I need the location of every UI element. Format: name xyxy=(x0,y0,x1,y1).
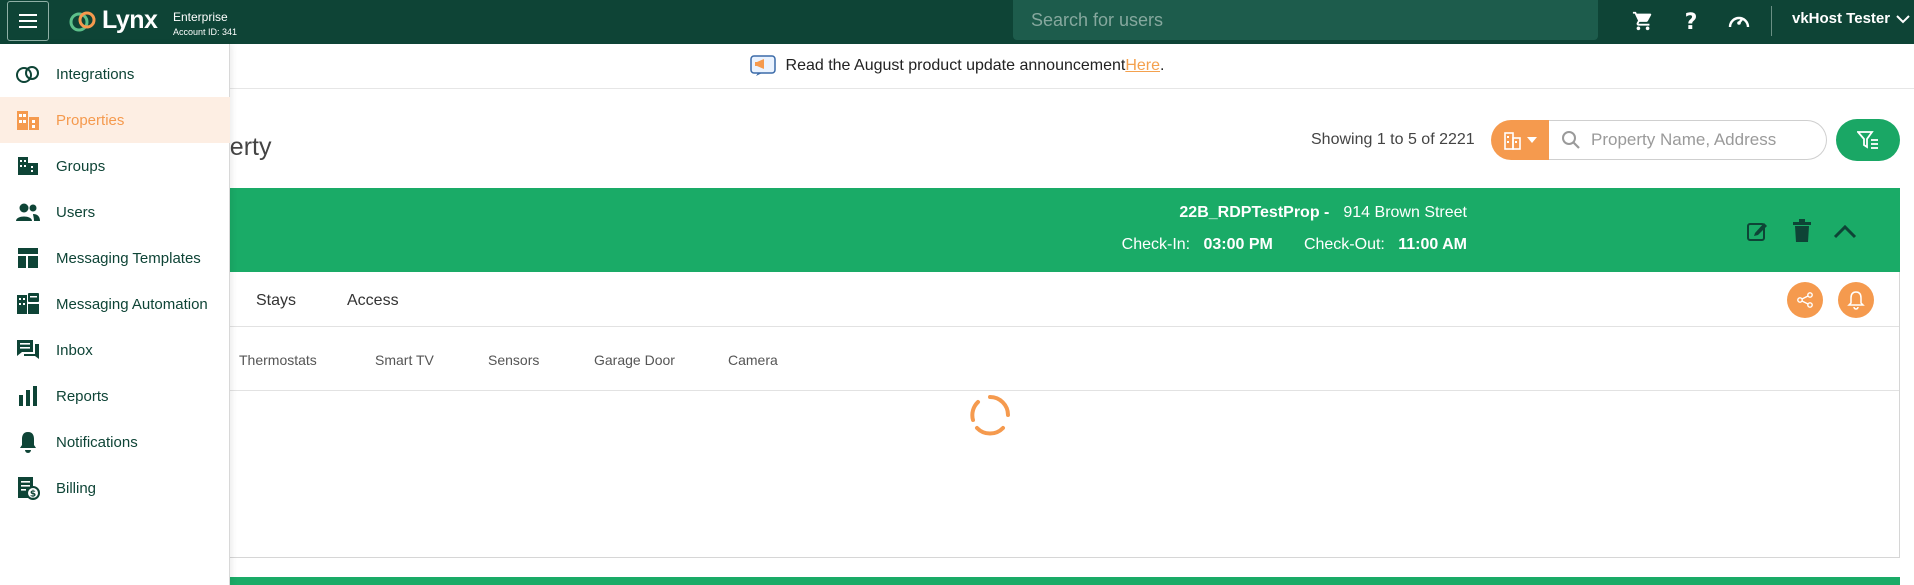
cart-button[interactable] xyxy=(1628,6,1658,36)
user-search-input[interactable] xyxy=(1013,0,1598,40)
account-id: Account ID: 341 xyxy=(173,27,238,37)
share-icon xyxy=(1797,292,1813,308)
sidebar-item-label: Messaging Templates xyxy=(56,249,201,267)
reports-icon xyxy=(14,382,42,410)
collapse-card-button[interactable] xyxy=(1832,218,1858,244)
property-title-line: 22B_RDPTestProp - 914 Brown Street xyxy=(202,204,1467,222)
filter-icon xyxy=(1857,131,1878,149)
property-address: 914 Brown Street xyxy=(1343,204,1467,221)
sidebar-item-label: Users xyxy=(56,203,96,221)
loading-spinner-icon xyxy=(970,395,1010,436)
subtab-sensors[interactable]: Sensors xyxy=(488,352,539,368)
next-property-card-header[interactable] xyxy=(202,577,1900,585)
groups-icon xyxy=(14,152,42,180)
sidebar-item-label: Reports xyxy=(56,387,109,405)
lynx-logo-icon xyxy=(69,11,96,31)
property-type-dropdown[interactable] xyxy=(1491,120,1549,160)
bell-icon xyxy=(1847,291,1865,310)
building-icon xyxy=(1504,132,1521,150)
chevron-up-icon xyxy=(1833,224,1857,239)
automation-icon xyxy=(14,290,42,318)
help-button[interactable]: ? xyxy=(1676,6,1706,36)
announcement-text: Read the August product update announcem… xyxy=(785,57,1126,74)
top-navigation-bar: Lynx Enterprise Account ID: 341 ? vkHost… xyxy=(0,0,1914,44)
sidebar-item-label: Billing xyxy=(56,479,97,497)
checkout-time: 11:00 AM xyxy=(1398,236,1467,253)
delete-property-button[interactable] xyxy=(1789,218,1815,244)
brand-name: Lynx xyxy=(102,6,158,34)
subtab-garage-door[interactable]: Garage Door xyxy=(594,352,675,368)
property-times-line: Check-In: 03:00 PM Check-Out: 11:00 AM xyxy=(202,236,1467,254)
property-search-field[interactable] xyxy=(1549,120,1827,160)
help-icon: ? xyxy=(1685,10,1698,33)
tab-stays[interactable]: Stays xyxy=(256,292,296,310)
notifications-button[interactable] xyxy=(1838,282,1874,318)
hamburger-menu-button[interactable] xyxy=(7,1,49,41)
sidebar-item-integrations[interactable]: Integrations xyxy=(0,51,230,97)
cart-icon xyxy=(1632,11,1652,31)
sidebar-item-label: Notifications xyxy=(56,433,138,451)
plan-name: Enterprise xyxy=(173,10,228,24)
user-name: vkHost Tester xyxy=(1792,10,1891,27)
sidebar-item-messaging-automation[interactable]: Messaging Automation xyxy=(0,281,230,327)
plan-info: Enterprise Account ID: 341 xyxy=(173,10,237,37)
checkout-label: Check-Out: xyxy=(1303,236,1385,253)
sidebar-item-billing[interactable]: $ Billing xyxy=(0,465,230,511)
subtab-thermostats[interactable]: Thermostats xyxy=(239,352,317,368)
edit-property-button[interactable] xyxy=(1744,218,1770,244)
property-name: 22B_RDPTestProp - xyxy=(1179,204,1330,221)
share-button[interactable] xyxy=(1787,282,1823,318)
announcement-link[interactable]: Here xyxy=(1125,57,1160,75)
search-icon xyxy=(1562,131,1580,149)
chevron-down-icon xyxy=(1896,14,1910,23)
trash-icon xyxy=(1793,219,1811,242)
menu-icon xyxy=(19,14,37,28)
subtab-smart-tv[interactable]: Smart TV xyxy=(375,352,434,368)
property-search-group xyxy=(1491,120,1827,162)
edit-icon xyxy=(1747,223,1767,241)
results-count: Showing 1 to 5 of 2221 xyxy=(1311,131,1475,148)
users-icon xyxy=(14,198,42,226)
subtab-camera[interactable]: Camera xyxy=(728,352,778,368)
sidebar-item-groups[interactable]: Groups xyxy=(0,143,230,189)
property-card-header[interactable]: 22B_RDPTestProp - 914 Brown Street Check-… xyxy=(202,188,1900,272)
property-card-body: Stays Access Thermostats Smart TV Sensor… xyxy=(202,272,1900,558)
sidebar-item-users[interactable]: Users xyxy=(0,189,230,235)
dashboard-button[interactable] xyxy=(1724,6,1754,36)
gauge-icon xyxy=(1728,16,1750,28)
topbar-divider xyxy=(1771,6,1772,36)
megaphone-icon xyxy=(749,55,776,77)
checkin-label: Check-In: xyxy=(1121,236,1191,253)
sidebar-item-reports[interactable]: Reports xyxy=(0,373,230,419)
tab-access[interactable]: Access xyxy=(347,292,399,310)
checkin-time: 03:00 PM xyxy=(1203,236,1273,253)
lynx-logo[interactable]: Lynx xyxy=(68,6,158,35)
sidebar-item-inbox[interactable]: Inbox xyxy=(0,327,230,373)
sidebar-item-label: Integrations xyxy=(56,65,135,83)
bell-icon xyxy=(14,428,42,456)
integrations-icon xyxy=(14,60,42,88)
property-search-input[interactable] xyxy=(1591,130,1811,150)
properties-icon xyxy=(14,106,42,134)
sidebar-item-properties[interactable]: Properties xyxy=(0,97,230,143)
sidebar-item-label: Groups xyxy=(56,157,106,175)
announcement-suffix: . xyxy=(1160,57,1165,74)
svg-text:$: $ xyxy=(30,490,36,500)
sidebar-item-label: Inbox xyxy=(56,341,93,359)
announcement-banner: Read the August product update announcem… xyxy=(0,44,1914,89)
sidebar-item-label: Messaging Automation xyxy=(56,295,208,313)
filter-button[interactable] xyxy=(1836,119,1900,161)
sidebar-item-messaging-templates[interactable]: Messaging Templates xyxy=(0,235,230,281)
inbox-icon xyxy=(14,336,42,364)
side-menu: Integrations Properties Groups Users Mes… xyxy=(0,44,230,585)
user-menu[interactable]: vkHost Tester xyxy=(1792,10,1910,27)
sidebar-item-notifications[interactable]: Notifications xyxy=(0,419,230,465)
device-subtabs: Thermostats Smart TV Sensors Garage Door… xyxy=(203,327,1899,391)
svg-text:?: ? xyxy=(1685,10,1698,33)
property-tabs: Stays Access xyxy=(203,272,1899,327)
caret-down-icon xyxy=(1527,137,1537,143)
templates-icon xyxy=(14,244,42,272)
sidebar-item-label: Properties xyxy=(56,111,125,129)
billing-icon: $ xyxy=(14,474,42,502)
